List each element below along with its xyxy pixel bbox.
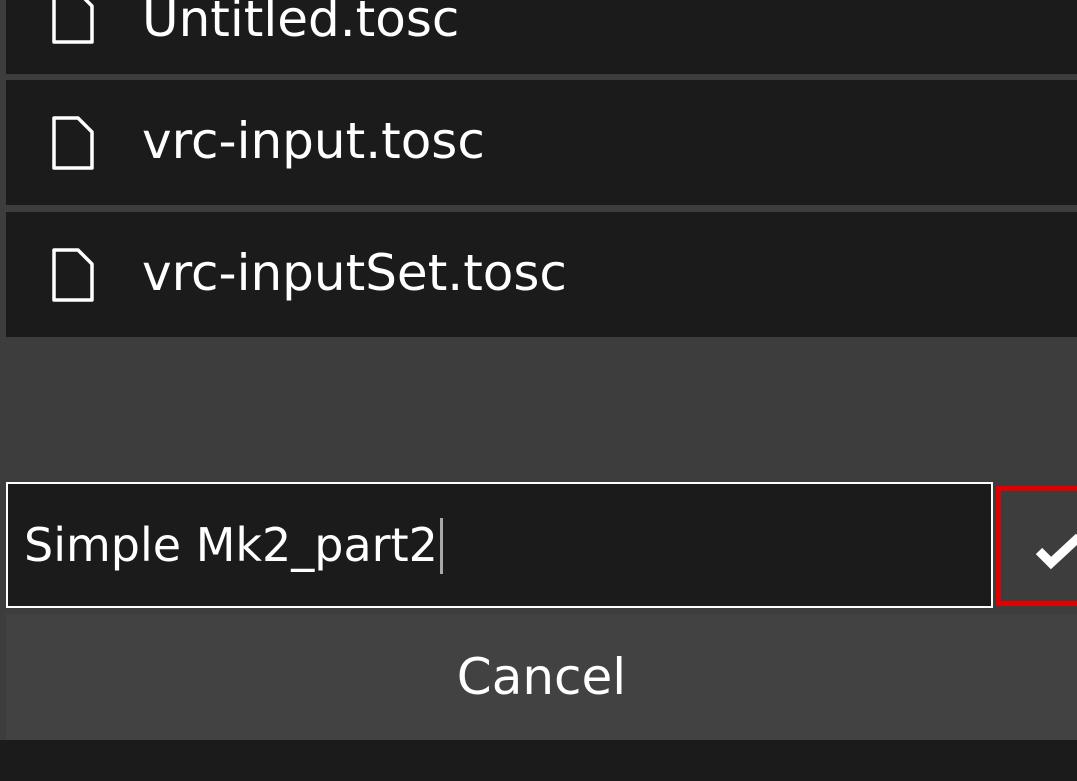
file-icon [52,116,94,170]
save-file-dialog: Untitled.tosc vrc-input.tosc vrc-inputSe… [0,0,1077,740]
cancel-button[interactable]: Cancel [6,614,1077,740]
file-name: vrc-inputSet.tosc [142,244,567,302]
text-caret [439,517,443,574]
file-name: Untitled.tosc [142,0,460,48]
file-name: vrc-input.tosc [142,112,485,170]
filename-input[interactable]: Simple Mk2_part2 [6,482,993,608]
file-list-item[interactable]: vrc-inputSet.tosc [6,212,1077,337]
file-icon [52,248,94,302]
file-icon [52,0,94,44]
bottom-bar [0,740,1077,781]
file-list-item[interactable]: Untitled.tosc [6,0,1077,74]
checkmark-icon [1035,533,1077,570]
confirm-save-button[interactable] [996,486,1077,606]
filename-value: Simple Mk2_part2 [24,518,438,572]
file-list-item[interactable]: vrc-input.tosc [6,80,1077,205]
